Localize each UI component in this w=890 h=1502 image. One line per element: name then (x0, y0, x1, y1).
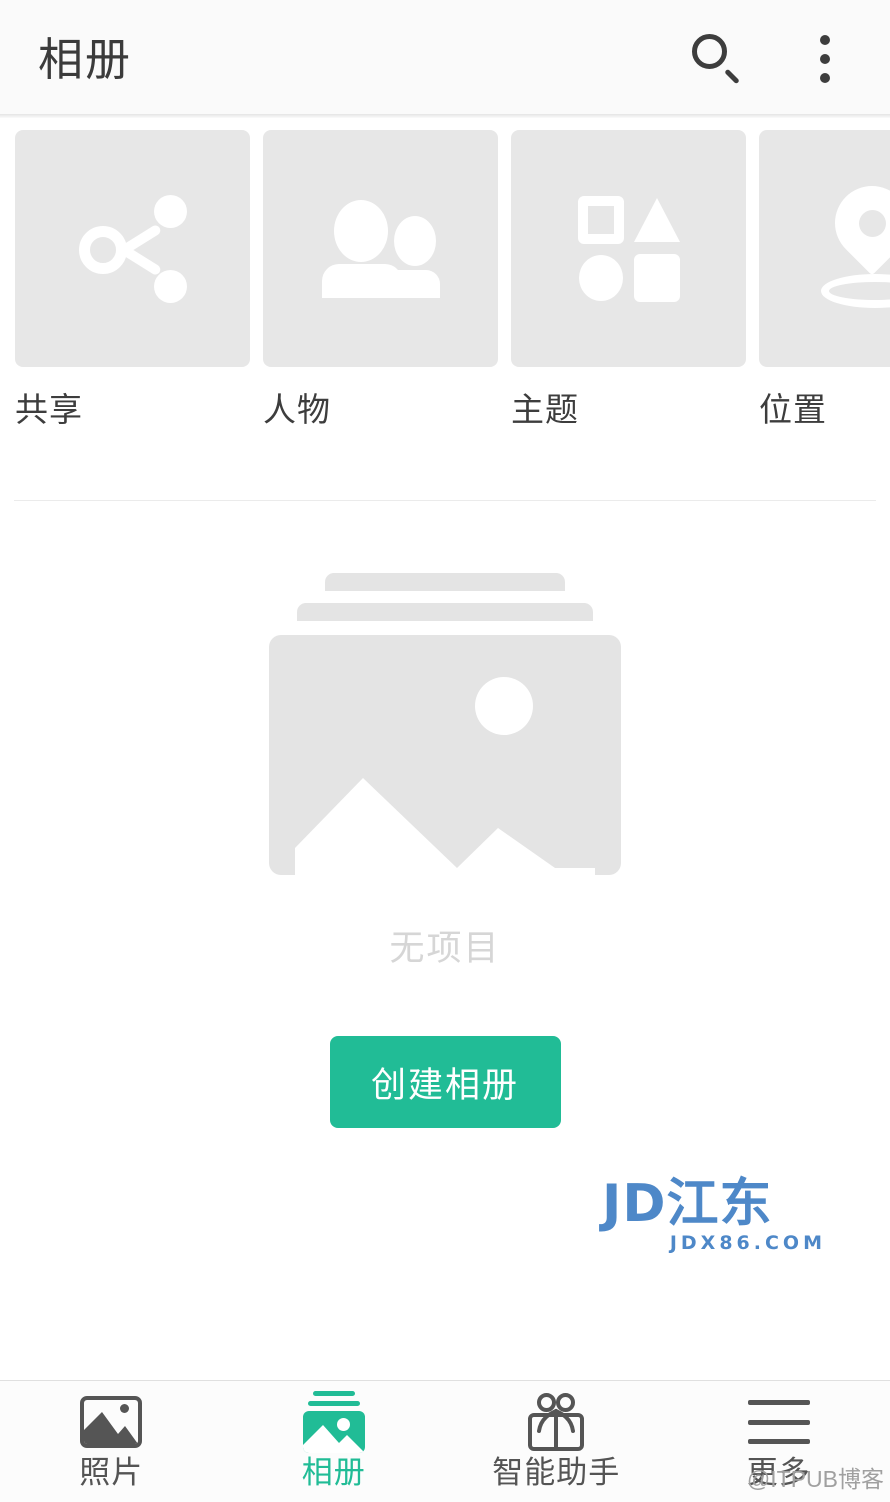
category-thumb (511, 130, 746, 367)
app-root: 相册 共享 人物 主题 位置 无项目 创建相册 JD江东 JDX86.COM 照… (0, 0, 890, 1502)
hamburger-menu-icon (747, 1400, 810, 1444)
category-tile-theme[interactable]: 主题 (511, 130, 746, 448)
nav-label: 更多 (746, 1455, 811, 1490)
nav-label: 智能助手 (492, 1455, 621, 1490)
create-album-button[interactable]: 创建相册 (329, 1036, 561, 1128)
jd-watermark-main: JD江东 (602, 1174, 773, 1234)
empty-state-message: 无项目 (389, 929, 501, 968)
nav-item-more[interactable]: 更多 (668, 1393, 890, 1488)
photo-stack-placeholder-icon (269, 573, 621, 875)
people-icon (321, 199, 440, 298)
search-icon (690, 32, 744, 86)
more-vertical-icon (820, 35, 830, 83)
app-bar: 相册 (0, 0, 890, 118)
category-label: 人物 (263, 391, 331, 428)
nav-icon-wrap (525, 1393, 587, 1451)
nav-label: 照片 (79, 1455, 144, 1490)
category-tile-people[interactable]: 人物 (263, 130, 498, 448)
nav-label: 相册 (301, 1455, 366, 1490)
category-tile-location[interactable]: 位置 (759, 130, 890, 448)
album-icon (302, 1391, 365, 1453)
page-title: 相册 (38, 33, 133, 85)
category-tile-shared[interactable]: 共享 (15, 130, 250, 448)
photo-icon (80, 1396, 143, 1448)
gift-icon (525, 1393, 587, 1451)
nav-icon-wrap (80, 1393, 143, 1451)
nav-item-smart-assistant[interactable]: 智能助手 (445, 1393, 668, 1488)
shapes-icon (577, 195, 680, 302)
nav-icon-wrap (747, 1393, 810, 1451)
nav-item-albums[interactable]: 相册 (223, 1391, 446, 1490)
jd-watermark-logo: JD江东 JDX86.COM (602, 1174, 828, 1254)
search-button[interactable] (686, 28, 748, 90)
bottom-navigation-bar: 照片 相册 智能助手 更多 @ITPUB博客 (0, 1380, 890, 1502)
jd-watermark-sub: JDX86.COM (669, 1232, 826, 1254)
nav-icon-wrap (302, 1391, 365, 1453)
category-label: 共享 (15, 391, 83, 428)
empty-state: 无项目 创建相册 JD江东 JDX86.COM (0, 501, 890, 1380)
category-label: 主题 (511, 391, 579, 428)
category-thumb (15, 130, 250, 367)
category-thumb (263, 130, 498, 367)
category-thumb (759, 130, 890, 367)
nav-item-photos[interactable]: 照片 (0, 1393, 223, 1488)
category-tile-row[interactable]: 共享 人物 主题 位置 (0, 118, 890, 448)
location-pin-icon (817, 170, 890, 312)
category-label: 位置 (759, 391, 827, 428)
share-icon (77, 193, 189, 305)
app-bar-actions (686, 28, 856, 90)
overflow-menu-button[interactable] (794, 28, 856, 90)
